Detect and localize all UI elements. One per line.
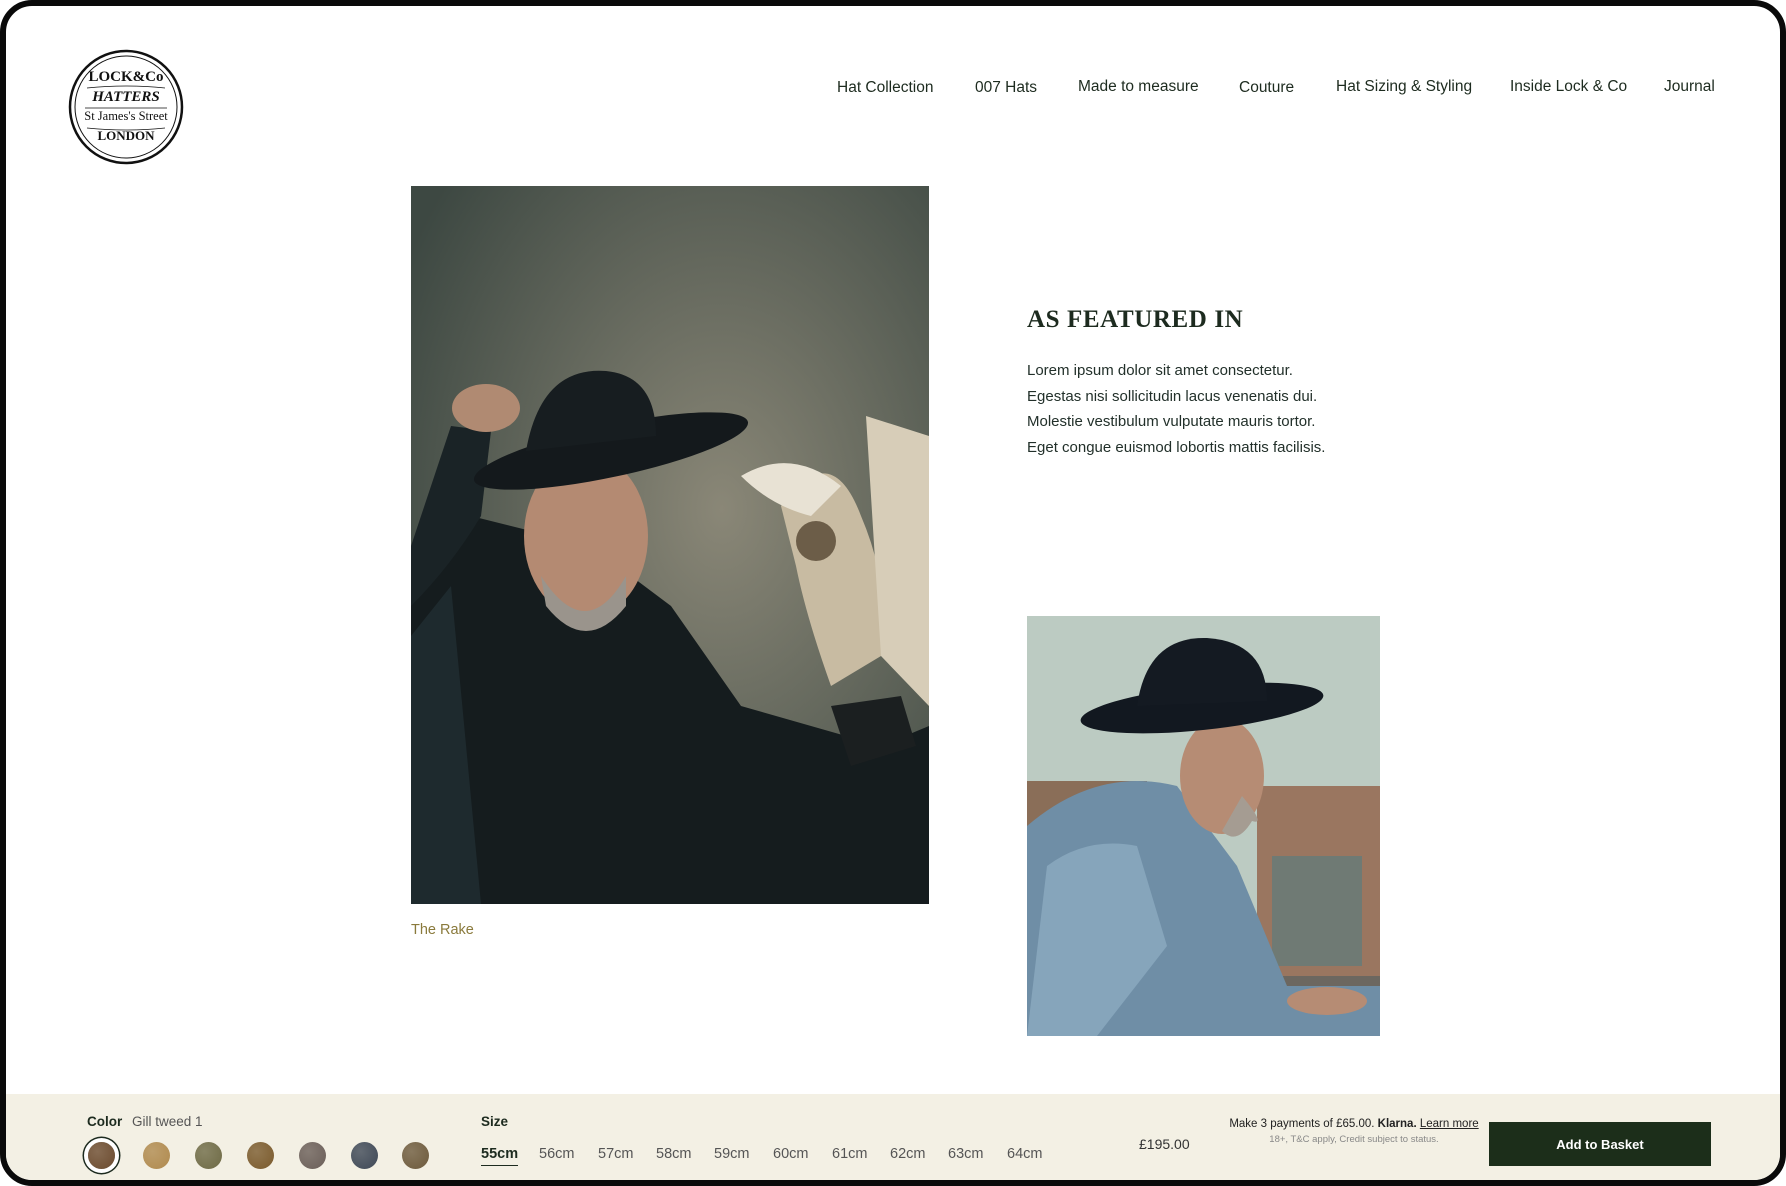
size-label: Size [481,1114,509,1129]
color-swatch[interactable] [402,1142,429,1169]
featured-photo-main [411,186,929,904]
size-option-56[interactable]: 56cm [539,1146,574,1162]
svg-text:St James's Street: St James's Street [84,109,168,123]
brand-logo[interactable]: LOCK&Co HATTERS St James's Street LONDON [67,48,185,166]
nav-journal[interactable]: Journal [1664,78,1715,96]
price: £195.00 [1139,1136,1190,1152]
svg-text:HATTERS: HATTERS [91,89,160,105]
size-option-60[interactable]: 60cm [773,1146,808,1162]
klarna-terms: 18+, T&C apply, Credit subject to status… [1269,1134,1439,1145]
color-swatch[interactable] [351,1142,378,1169]
featured-photo-side [1027,616,1380,1036]
nav-made-to-measure[interactable]: Made to measure [1078,78,1199,96]
size-option-62[interactable]: 62cm [890,1146,925,1162]
size-option-55[interactable]: 55cm [481,1146,519,1166]
featured-line: Eget congue euismod lobortis mattis faci… [1027,438,1326,456]
klarna-learn-more-link[interactable]: Learn more [1420,1118,1479,1130]
swatch-gill-tweed-1[interactable] [88,1142,115,1169]
color-label: Color [87,1114,123,1129]
size-option-64[interactable]: 64cm [1007,1146,1042,1162]
size-option-57[interactable]: 57cm [598,1146,633,1162]
featured-text: Lorem ipsum dolor sit amet consectetur. … [1027,358,1447,460]
size-option-59[interactable]: 59cm [714,1146,749,1162]
size-option-63[interactable]: 63cm [948,1146,983,1162]
svg-text:LOCK&Co: LOCK&Co [89,69,164,85]
photo-caption[interactable]: The Rake [411,922,474,938]
size-option-58[interactable]: 58cm [656,1146,691,1162]
color-swatch[interactable] [247,1142,274,1169]
nav-hat-collection[interactable]: Hat Collection [837,79,934,97]
size-option-61[interactable]: 61cm [832,1146,867,1162]
klarna-info: Make 3 payments of £65.00. Klarna. Learn… [1226,1118,1482,1145]
add-to-basket-button[interactable]: Add to Basket [1489,1122,1711,1166]
nav-007-hats[interactable]: 007 Hats [975,79,1037,97]
featured-line: Molestie vestibulum vulputate mauris tor… [1027,413,1316,430]
color-swatch[interactable] [195,1142,222,1169]
color-swatch[interactable] [299,1142,326,1169]
featured-title: AS FEATURED IN [1027,306,1244,333]
nav-inside-lock-co[interactable]: Inside Lock & Co [1510,78,1627,96]
nav-hat-sizing-styling[interactable]: Hat Sizing & Styling [1336,78,1472,96]
klarna-text: Make 3 payments of £65.00. [1229,1118,1375,1130]
color-value: Gill tweed 1 [132,1114,203,1129]
nav-couture[interactable]: Couture [1239,79,1294,97]
browser-frame: LOCK&Co HATTERS St James's Street LONDON… [0,0,1786,1186]
color-swatch[interactable] [143,1142,170,1169]
featured-line: Egestas nisi sollicitudin lacus venenati… [1027,387,1318,405]
featured-line: Lorem ipsum dolor sit amet consectetur. [1027,362,1293,379]
klarna-brand: Klarna. [1377,1118,1417,1130]
